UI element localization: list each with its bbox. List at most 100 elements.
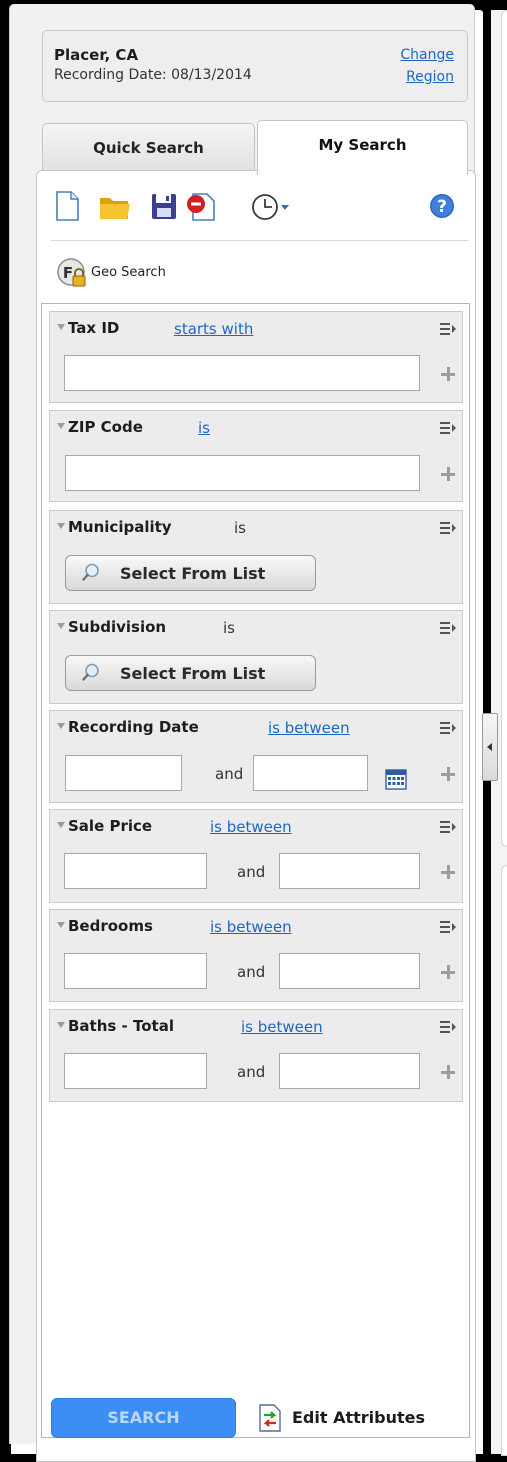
collapse-triangle-icon[interactable] [57,822,65,828]
operator-link[interactable]: is between [268,719,350,737]
criterion-header: Bedrooms is between [50,910,462,940]
criterion-menu-icon[interactable] [440,821,456,833]
add-criterion-icon[interactable] [441,865,455,879]
criterion-title: Bedrooms [68,917,153,935]
operator-label: is [234,519,246,537]
collapse-triangle-icon[interactable] [57,1022,65,1028]
criterion-menu-icon[interactable] [440,1021,456,1033]
criterion-title: Municipality [68,518,172,536]
add-criterion-icon[interactable] [441,965,455,979]
criterion-header: ZIP Code is [50,411,462,441]
criterion-header: Municipality is [50,511,462,541]
collapse-panel-button[interactable] [482,713,498,781]
criterion-header: Tax ID starts with [50,312,462,342]
criterion-menu-icon[interactable] [440,921,456,933]
geo-search-lock-icon: F [57,258,86,287]
toolbar-divider [51,240,468,241]
save-icon[interactable] [150,190,178,222]
right-panel-upper [501,10,507,847]
edit-attributes-icon [259,1404,281,1432]
criterion-bedrooms: Bedrooms is between and [49,909,463,1002]
and-label: and [237,863,266,881]
criterion-sale-price: Sale Price is between and [49,809,463,903]
criterion-menu-icon[interactable] [440,323,456,335]
region-name: Placer, CA [54,46,139,64]
right-panel-lower [501,865,507,1456]
criterion-subdivision: Subdivision is Select From List [49,610,463,704]
criterion-municipality: Municipality is Select From List [49,510,463,604]
add-criterion-icon[interactable] [441,467,455,481]
add-criterion-icon[interactable] [441,367,455,381]
criterion-recording-date: Recording Date is between and [49,710,463,803]
change-region-link[interactable]: Change Region [400,44,454,88]
criterion-tax-id: Tax ID starts with [49,311,463,403]
add-criterion-icon[interactable] [441,767,455,781]
criterion-title: ZIP Code [68,418,143,436]
criterion-title: Recording Date [68,718,199,736]
criterion-menu-icon[interactable] [440,422,456,434]
svg-text:?: ? [437,197,447,217]
municipality-select-button[interactable]: Select From List [65,555,316,591]
select-button-label: Select From List [120,564,266,583]
sale-price-from-input[interactable] [64,853,207,889]
criterion-baths-total: Baths - Total is between and [49,1009,463,1102]
collapse-triangle-icon[interactable] [57,423,65,429]
zip-code-input[interactable] [65,455,420,491]
and-label: and [237,963,266,981]
criterion-header: Recording Date is between [50,711,462,741]
criterion-menu-icon[interactable] [440,622,456,634]
operator-link[interactable]: is [198,419,210,437]
calendar-icon[interactable] [385,768,407,790]
delete-icon[interactable] [185,190,217,222]
bedrooms-from-input[interactable] [64,953,207,989]
collapse-triangle-icon[interactable] [57,922,65,928]
operator-link[interactable]: is between [210,818,292,836]
operator-link[interactable]: is between [210,918,292,936]
operator-link[interactable]: starts with [174,320,253,338]
edit-attributes-label: Edit Attributes [292,1408,426,1427]
change-region-line2[interactable]: Region [400,66,454,88]
criterion-header: Sale Price is between [50,810,462,840]
region-box: Placer, CA Recording Date: 08/13/2014 Ch… [42,30,468,102]
subdivision-select-button[interactable]: Select From List [65,655,316,691]
recording-date-label: Recording Date: 08/13/2014 [54,67,252,83]
and-label: and [215,765,244,783]
criterion-title: Baths - Total [68,1017,174,1035]
recording-date-from-input[interactable] [65,755,182,791]
collapse-triangle-icon[interactable] [57,623,65,629]
history-clock-icon[interactable] [250,190,290,222]
select-button-label: Select From List [120,664,266,683]
help-icon[interactable]: ? [428,190,456,222]
operator-label: is [223,619,235,637]
magnifier-icon [82,563,99,581]
recording-date-to-input[interactable] [253,755,368,791]
criterion-menu-icon[interactable] [440,722,456,734]
criterion-zip-code: ZIP Code is [49,410,463,502]
svg-text:F: F [63,264,73,282]
criterion-title: Tax ID [68,319,120,337]
add-criterion-icon[interactable] [441,1065,455,1079]
baths-total-from-input[interactable] [64,1053,207,1089]
collapse-triangle-icon[interactable] [57,324,65,330]
tab-my-search[interactable]: My Search [257,120,468,175]
sale-price-to-input[interactable] [279,853,420,889]
magnifier-icon [82,663,99,681]
baths-total-to-input[interactable] [279,1053,420,1089]
criterion-header: Subdivision is [50,611,462,641]
criterion-title: Subdivision [68,618,167,636]
operator-link[interactable]: is between [241,1018,323,1036]
search-button[interactable]: SEARCH [51,1398,236,1438]
open-folder-icon[interactable] [98,190,132,222]
geo-search-label: Geo Search [91,265,166,280]
criterion-header: Baths - Total is between [50,1010,462,1040]
tax-id-input[interactable] [64,355,420,391]
change-region-line1[interactable]: Change [400,44,454,66]
criterion-menu-icon[interactable] [440,522,456,534]
new-document-icon[interactable] [53,190,81,222]
and-label: and [237,1063,266,1081]
tab-quick-search[interactable]: Quick Search [42,123,255,170]
collapse-triangle-icon[interactable] [57,523,65,529]
bedrooms-to-input[interactable] [279,953,420,989]
collapse-triangle-icon[interactable] [57,723,65,729]
criterion-title: Sale Price [68,817,153,835]
